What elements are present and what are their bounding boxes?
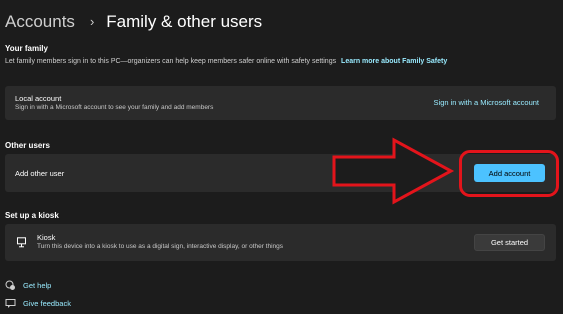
add-other-user-label: Add other user <box>15 169 65 178</box>
learn-more-family-safety-link[interactable]: Learn more about Family Safety <box>341 58 447 65</box>
local-account-title: Local account <box>15 94 62 103</box>
page-title: Family & other users <box>106 12 263 31</box>
kiosk-card: Kiosk Turn this device into a kiosk to u… <box>5 224 556 261</box>
kiosk-title: Kiosk <box>37 233 56 242</box>
red-highlight-circle <box>459 150 559 197</box>
local-account-card: Local account Sign in with a Microsoft a… <box>5 86 556 120</box>
help-icon <box>5 280 15 290</box>
your-family-description-text: Let family members sign in to this PC—or… <box>5 58 337 65</box>
kiosk-subtitle: Turn this device into a kiosk to use as … <box>37 243 284 250</box>
give-feedback-label: Give feedback <box>23 299 71 308</box>
sign-in-microsoft-account-link[interactable]: Sign in with a Microsoft account <box>434 98 539 107</box>
give-feedback-link[interactable]: Give feedback <box>5 298 71 309</box>
other-users-heading: Other users <box>5 141 50 150</box>
breadcrumb-accounts[interactable]: Accounts <box>5 10 75 34</box>
chevron-right-icon: › <box>89 14 95 29</box>
get-help-link[interactable]: Get help <box>5 280 51 291</box>
your-family-description: Let family members sign in to this PC—or… <box>5 58 447 65</box>
get-started-button[interactable]: Get started <box>474 234 545 251</box>
kiosk-icon <box>17 237 26 248</box>
get-help-label: Get help <box>23 281 52 290</box>
local-account-subtitle: Sign in with a Microsoft account to see … <box>15 104 214 111</box>
red-arrow-annotation <box>332 137 455 205</box>
feedback-icon <box>5 299 16 308</box>
your-family-heading: Your family <box>5 44 48 53</box>
kiosk-heading: Set up a kiosk <box>5 211 59 220</box>
breadcrumb: Accounts › Family & other users <box>5 10 262 34</box>
